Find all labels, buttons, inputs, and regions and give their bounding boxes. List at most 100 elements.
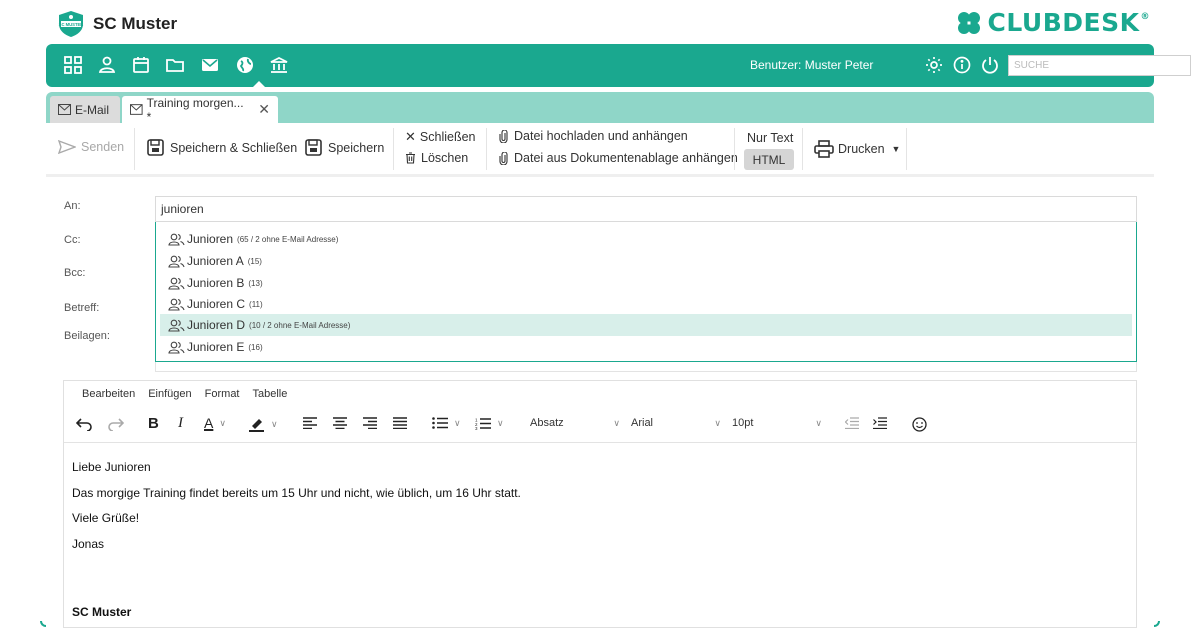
tab-training-draft-label: Training morgen... *: [146, 95, 244, 124]
frame-corner: [40, 621, 46, 627]
attach-from-docs-button[interactable]: Datei aus Dokumentenablage anhängen: [499, 151, 738, 165]
toolbar-divider: [906, 128, 907, 170]
save-button[interactable]: Speichern: [305, 139, 384, 156]
group-icon: [168, 277, 185, 290]
font-family-value: Arial: [631, 417, 654, 429]
group-icon: [168, 319, 185, 332]
align-left-icon[interactable]: [303, 417, 317, 429]
upload-attach-button[interactable]: Datei hochladen und anhängen: [499, 129, 688, 143]
bullet-list-icon[interactable]: ∨: [432, 417, 461, 429]
html-toggle[interactable]: HTML: [744, 149, 794, 170]
upload-attach-label: Datei hochladen und anhängen: [514, 129, 688, 143]
registered-mark: ®: [1140, 12, 1150, 22]
suggestion-item[interactable]: Junioren B (13): [160, 272, 1132, 294]
body-line: Viele Grüße!: [72, 511, 140, 525]
align-justify-icon[interactable]: [393, 417, 407, 429]
suggestion-name: Junioren: [187, 232, 234, 246]
italic-icon[interactable]: I: [178, 415, 183, 432]
tab-training-draft[interactable]: Training morgen... * ✕: [122, 95, 278, 124]
block-format-select[interactable]: Absatz ∨: [530, 417, 620, 429]
plain-text-toggle[interactable]: Nur Text: [747, 131, 793, 145]
font-size-value: 10pt: [732, 417, 754, 429]
mail-icon: [130, 104, 143, 115]
suggestion-item[interactable]: Junioren E (16): [160, 336, 1132, 358]
delete-button[interactable]: Löschen: [405, 151, 468, 165]
active-nav-indicator: [253, 81, 265, 87]
suggestion-item[interactable]: Junioren A (15): [160, 250, 1132, 272]
calendar-icon[interactable]: [130, 54, 152, 76]
menu-table[interactable]: Tabelle: [253, 388, 288, 400]
indent-icon[interactable]: [873, 417, 887, 429]
suggestion-name: Junioren A: [187, 254, 244, 268]
compose-toolbar: Senden Speichern & Schließen Speichern ✕…: [46, 123, 1154, 177]
body-line: Das morgige Training findet bereits um 1…: [72, 485, 521, 500]
trash-icon: [406, 152, 415, 164]
folder-icon[interactable]: [164, 54, 186, 76]
suggestion-count: (16): [248, 342, 263, 352]
toolbar-divider: [802, 128, 803, 170]
clubdesk-logo: CLUBDESK ®: [956, 8, 1150, 37]
group-icon: [168, 233, 185, 246]
close-tab-icon[interactable]: ✕: [258, 101, 270, 118]
suggestion-item-selected[interactable]: Junioren D (10 / 2 ohne E-Mail Adresse): [160, 314, 1132, 336]
chevron-down-icon: ▼: [891, 144, 901, 154]
message-editor: Bearbeiten Einfügen Format Tabelle B I A…: [63, 380, 1137, 628]
toolbar-divider: [734, 128, 735, 170]
current-user-label[interactable]: Benutzer: Muster Peter: [750, 58, 873, 72]
paperclip-icon: [499, 151, 508, 165]
info-icon[interactable]: [951, 54, 973, 76]
to-field[interactable]: junioren: [155, 196, 1137, 222]
align-right-icon[interactable]: [363, 417, 377, 429]
to-label: An:: [64, 200, 81, 212]
save-icon: [147, 139, 164, 156]
clubdesk-wordmark: CLUBDESK: [987, 8, 1140, 37]
suggestion-count: (65 / 2 ohne E-Mail Adresse): [237, 234, 339, 244]
user-icon[interactable]: [96, 54, 118, 76]
dashboard-icon[interactable]: [62, 54, 84, 76]
undo-icon[interactable]: [76, 417, 92, 431]
print-button[interactable]: Drucken ▼: [814, 140, 900, 158]
search-input[interactable]: [1008, 55, 1191, 76]
outdent-icon[interactable]: [845, 417, 859, 429]
group-icon: [168, 298, 185, 311]
close-label: Schließen: [419, 130, 476, 144]
save-close-label: Speichern & Schließen: [170, 140, 298, 155]
group-icon: [168, 341, 185, 354]
message-body[interactable]: Liebe Junioren Das morgige Training find…: [72, 455, 521, 557]
mail-icon[interactable]: [199, 54, 221, 76]
gear-icon[interactable]: [923, 54, 945, 76]
redo-icon[interactable]: [108, 417, 124, 431]
bank-icon[interactable]: [268, 54, 290, 76]
power-icon[interactable]: [979, 54, 1001, 76]
globe-icon[interactable]: [234, 54, 256, 76]
emoji-icon[interactable]: [912, 417, 927, 432]
close-button[interactable]: ✕ Schließen: [405, 129, 476, 145]
highlight-color-icon[interactable]: ∨: [248, 416, 278, 432]
save-close-button[interactable]: Speichern & Schließen: [147, 139, 297, 156]
tab-email-label: E-Mail: [75, 102, 110, 117]
bcc-label: Bcc:: [64, 267, 86, 279]
numbered-list-icon[interactable]: 1 2 3 ∨: [475, 417, 504, 431]
menu-insert[interactable]: Einfügen: [148, 388, 191, 400]
suggestion-item[interactable]: Junioren (65 / 2 ohne E-Mail Adresse): [160, 228, 1132, 250]
menu-format[interactable]: Format: [205, 388, 240, 400]
club-logo-icon: SC MUSTER: [59, 11, 83, 37]
text-color-icon[interactable]: A ∨: [204, 415, 226, 431]
send-button[interactable]: Senden: [58, 140, 124, 154]
bold-icon[interactable]: B: [148, 415, 159, 432]
font-size-select[interactable]: 10pt ∨: [732, 417, 822, 429]
menu-edit[interactable]: Bearbeiten: [82, 388, 135, 400]
delete-label: Löschen: [421, 151, 469, 165]
suggestion-count: (15): [247, 256, 262, 266]
block-format-value: Absatz: [530, 417, 564, 429]
attachments-field[interactable]: [155, 362, 1137, 372]
tab-email[interactable]: E-Mail: [50, 96, 120, 123]
align-center-icon[interactable]: [333, 417, 347, 429]
suggestion-name: Junioren D: [187, 318, 246, 332]
club-brand[interactable]: SC MUSTER SC Muster: [57, 8, 177, 40]
font-family-select[interactable]: Arial ∨: [631, 417, 721, 429]
tab-strip: E-Mail Training morgen... * ✕: [46, 92, 1154, 124]
editor-menubar: Bearbeiten Einfügen Format Tabelle: [82, 388, 300, 400]
cc-label: Cc:: [64, 234, 81, 246]
suggestion-item[interactable]: Junioren C (11): [160, 293, 1132, 315]
